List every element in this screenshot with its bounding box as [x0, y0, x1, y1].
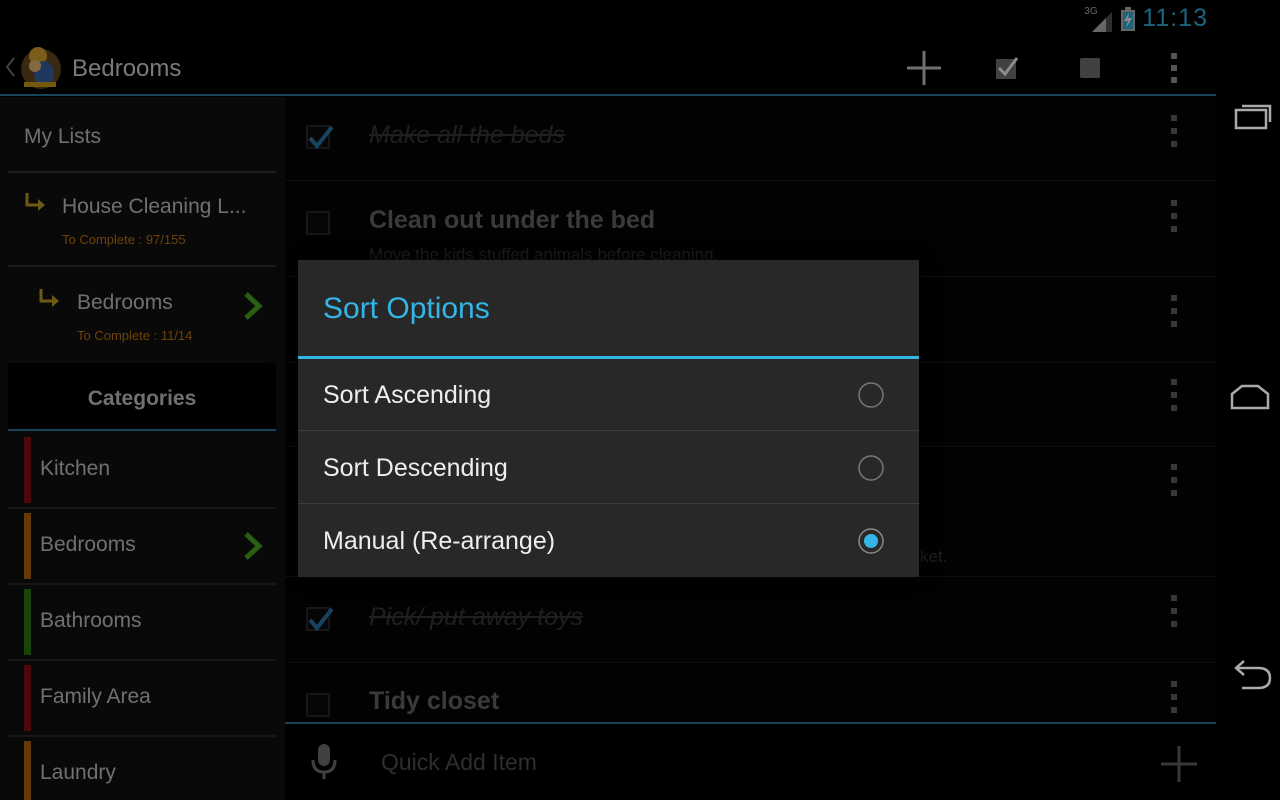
status-bar: 3G 11:13: [0, 0, 1216, 38]
sidebar-list-house-cleaning[interactable]: House Cleaning L... To Complete : 97/155: [8, 175, 276, 267]
categories-label: Categories: [87, 387, 197, 410]
sidebar-list-progress: To Complete : 11/14: [77, 328, 193, 343]
battery-charging-icon: [1121, 6, 1136, 31]
item-overflow-icon[interactable]: [1165, 293, 1183, 329]
list-item[interactable]: Make all the beds: [285, 97, 1216, 181]
up-caret-icon[interactable]: [4, 56, 16, 78]
category-label: Family Area: [40, 685, 151, 708]
recent-apps-icon[interactable]: [1226, 100, 1274, 140]
sort-option-ascending[interactable]: Sort Ascending: [298, 359, 919, 431]
sidebar-category-kitchen[interactable]: Kitchen: [8, 433, 276, 509]
item-overflow-icon[interactable]: [1165, 113, 1183, 149]
item-title: Clean out under the bed: [369, 206, 656, 234]
home-icon[interactable]: [1226, 378, 1274, 418]
chevron-right-icon: [244, 532, 263, 560]
sidebar-list-name: House Cleaning L...: [62, 195, 247, 218]
item-checkbox[interactable]: [306, 211, 330, 235]
option-label: Sort Ascending: [323, 381, 492, 409]
back-icon[interactable]: [1226, 656, 1274, 696]
check-all-button[interactable]: [985, 46, 1029, 90]
category-color-bar: [24, 437, 31, 503]
item-overflow-icon[interactable]: [1165, 679, 1183, 715]
radio-selected-icon[interactable]: [857, 527, 885, 555]
item-note: ket.: [920, 547, 948, 566]
sidebar: My Lists House Cleaning L... To Complete…: [0, 97, 285, 800]
item-overflow-icon[interactable]: [1165, 462, 1183, 498]
option-label: Sort Descending: [323, 454, 508, 482]
signal-indicator: 3G: [1084, 6, 1114, 32]
sort-option-manual[interactable]: Manual (Re-arrange): [298, 505, 919, 577]
uncheck-all-button[interactable]: [1068, 46, 1112, 90]
quick-add-input[interactable]: [381, 744, 1101, 780]
sublist-arrow-icon: [25, 193, 45, 211]
list-item[interactable]: Tidy closet: [285, 663, 1216, 723]
status-clock: 11:13: [1142, 4, 1208, 32]
sidebar-list-progress: To Complete : 97/155: [62, 232, 186, 247]
category-color-bar: [24, 665, 31, 731]
sort-option-descending[interactable]: Sort Descending: [298, 432, 919, 504]
quick-add-button[interactable]: [1157, 742, 1201, 786]
radio-unselected-icon[interactable]: [857, 454, 885, 482]
sidebar-category-laundry[interactable]: Laundry: [8, 737, 276, 800]
status-icons: 3G 11:13: [1084, 4, 1208, 33]
check-all-icon: [996, 57, 1019, 79]
option-label: Manual (Re-arrange): [323, 527, 556, 555]
item-overflow-icon[interactable]: [1165, 593, 1183, 629]
item-checkbox[interactable]: [306, 607, 334, 632]
category-color-bar: [24, 741, 31, 800]
sidebar-list-bedrooms[interactable]: Bedrooms To Complete : 11/14: [8, 269, 276, 361]
page-title: Bedrooms: [72, 55, 182, 82]
my-lists-header[interactable]: My Lists: [8, 97, 276, 173]
item-overflow-icon[interactable]: [1165, 377, 1183, 413]
uncheck-all-icon: [1080, 58, 1100, 78]
item-checkbox[interactable]: [306, 693, 330, 717]
category-label: Kitchen: [40, 457, 111, 480]
app-logo-icon[interactable]: [16, 42, 66, 94]
item-title: Pick/ put away toys: [369, 603, 583, 631]
sidebar-category-bedrooms[interactable]: Bedrooms: [8, 509, 276, 585]
item-title: Tidy closet: [369, 687, 500, 715]
category-label: Bathrooms: [40, 609, 142, 632]
add-item-button[interactable]: [902, 46, 946, 90]
category-color-bar: [24, 513, 31, 579]
quick-add-bar: [285, 724, 1216, 800]
chevron-right-icon: [244, 292, 263, 320]
system-nav-bar: [1216, 0, 1280, 800]
item-title: Make all the beds: [369, 121, 565, 149]
overflow-menu-button[interactable]: [1152, 46, 1196, 90]
list-item[interactable]: Pick/ put away toys: [285, 577, 1216, 663]
my-lists-label: My Lists: [24, 125, 102, 148]
add-icon: [907, 51, 941, 85]
category-color-bar: [24, 589, 31, 655]
checkmark-icon: [308, 125, 334, 150]
radio-unselected-icon[interactable]: [857, 381, 885, 409]
dialog-title: Sort Options: [323, 292, 490, 325]
sublist-arrow-icon: [39, 289, 59, 307]
checkmark-icon: [308, 607, 334, 632]
sort-options-dialog: Sort Options Sort Ascending Sort Descend…: [298, 260, 919, 577]
categories-header: Categories: [8, 363, 276, 431]
sidebar-category-family-area[interactable]: Family Area: [8, 661, 276, 737]
microphone-icon[interactable]: [309, 742, 339, 782]
action-bar: Bedrooms: [0, 38, 1216, 96]
item-checkbox[interactable]: [306, 125, 334, 150]
item-overflow-icon[interactable]: [1165, 198, 1183, 234]
category-label: Laundry: [40, 761, 116, 784]
overflow-menu-icon: [1171, 53, 1177, 83]
sidebar-category-bathrooms[interactable]: Bathrooms: [8, 585, 276, 661]
sidebar-list-name: Bedrooms: [77, 291, 173, 314]
signal-icon: [1092, 11, 1113, 32]
category-label: Bedrooms: [40, 533, 136, 556]
